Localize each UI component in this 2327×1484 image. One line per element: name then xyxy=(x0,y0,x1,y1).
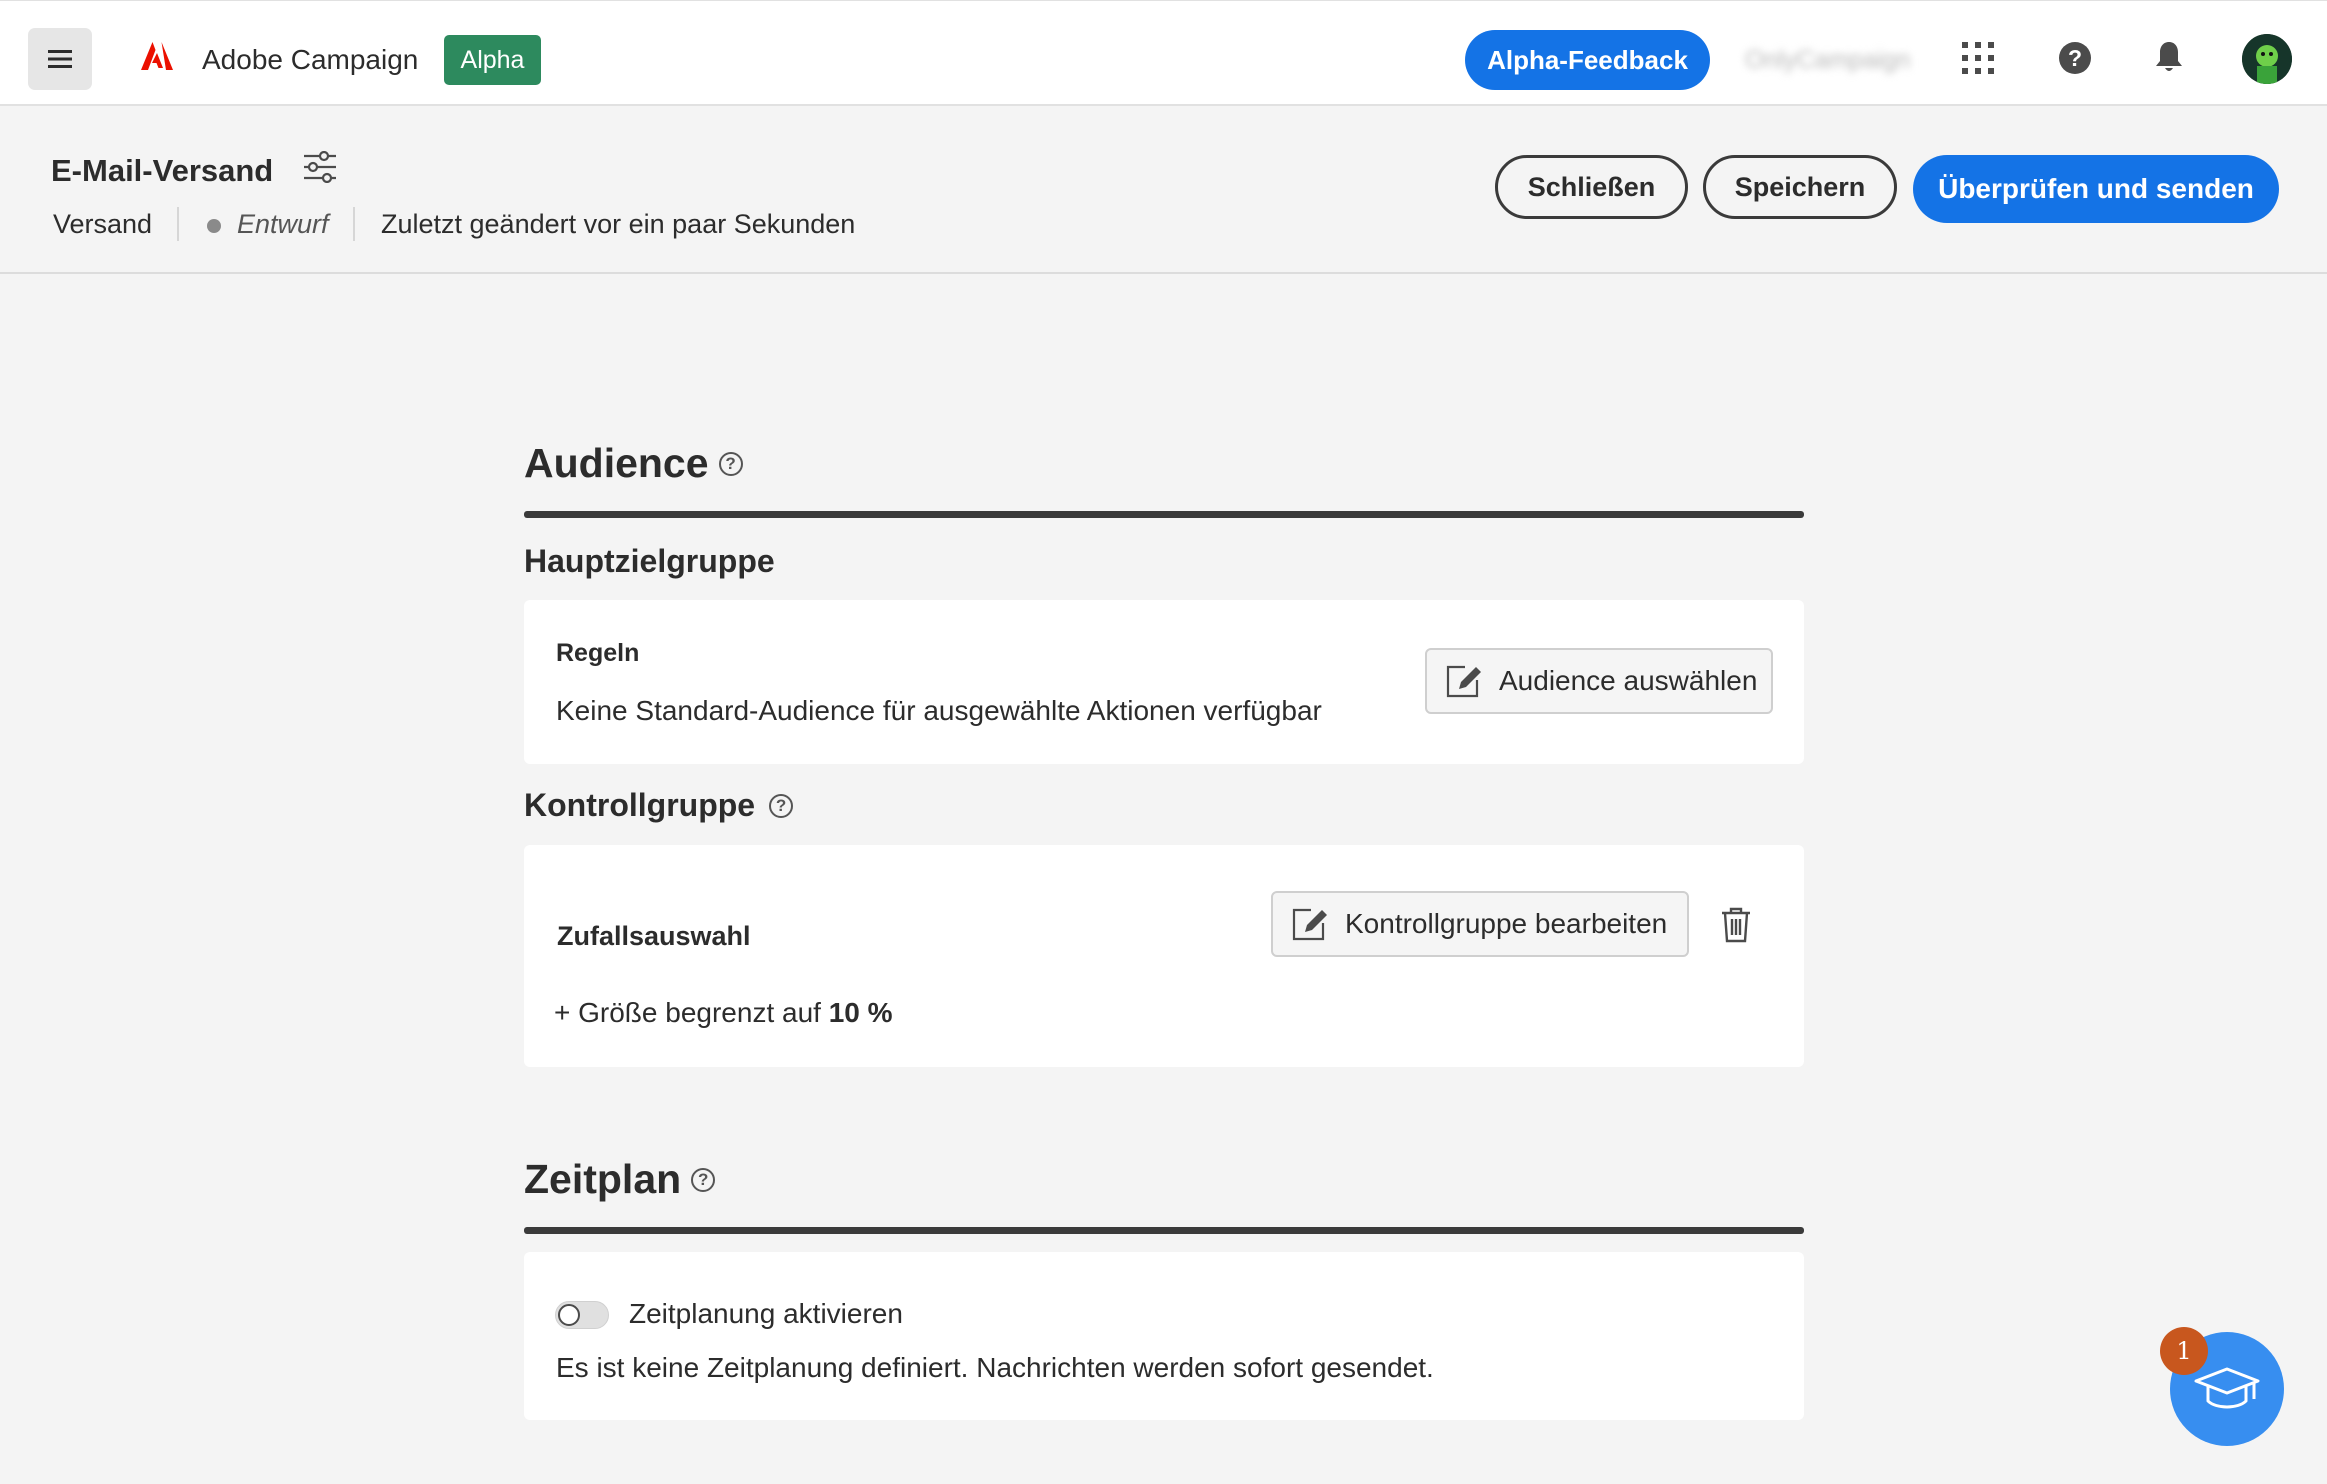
status-badge: Entwurf xyxy=(237,209,329,239)
status-dot xyxy=(207,219,221,233)
audience-title: Audience xyxy=(524,440,709,486)
size-limit-value: 10 % xyxy=(828,997,893,1028)
help-icon[interactable]: ? xyxy=(2058,41,2092,80)
section-divider xyxy=(524,1227,1804,1234)
alpha-feedback-button[interactable]: Alpha-Feedback xyxy=(1465,30,1710,90)
rules-label: Regeln xyxy=(556,639,640,667)
control-group-heading: Kontrollgruppe ? xyxy=(524,787,794,824)
menu-icon[interactable] xyxy=(28,28,92,90)
edit-control-group-label: Kontrollgruppe bearbeiten xyxy=(1345,908,1668,939)
adobe-logo-icon xyxy=(141,42,173,75)
size-limit-prefix: + Größe begrenzt auf xyxy=(554,997,821,1028)
last-modified-text: Zuletzt geändert vor ein paar Sekunden xyxy=(381,209,856,239)
edit-control-group-button[interactable]: Kontrollgruppe bearbeiten xyxy=(1271,891,1689,957)
notification-count-badge: 1 xyxy=(2160,1327,2208,1375)
alpha-badge: Alpha xyxy=(444,35,541,85)
rules-text: Keine Standard-Audience für ausgewählte … xyxy=(556,695,1322,726)
control-group-card: Zufallsauswahl + Größe begrenzt auf 10 %… xyxy=(524,845,1804,1067)
audience-heading: Audience ? xyxy=(524,440,743,487)
page-title: E-Mail-Versand xyxy=(51,153,274,188)
schedule-title: Zeitplan xyxy=(524,1156,682,1202)
graduation-cap-icon xyxy=(2194,1367,2260,1409)
size-limit-text: + Größe begrenzt auf 10 % xyxy=(554,997,893,1029)
main-target-card: Regeln Keine Standard-Audience für ausge… xyxy=(524,600,1804,764)
close-button[interactable]: Schließen xyxy=(1495,155,1688,219)
schedule-toggle[interactable] xyxy=(555,1301,609,1329)
select-audience-label: Audience auswählen xyxy=(1499,665,1758,696)
delete-icon[interactable] xyxy=(1720,907,1752,948)
divider xyxy=(353,207,355,241)
schedule-toggle-label: Zeitplanung aktivieren xyxy=(629,1298,903,1329)
help-circle-icon[interactable]: ? xyxy=(769,793,794,818)
edit-icon xyxy=(1446,665,1481,698)
svg-text:?: ? xyxy=(2068,45,2082,71)
apps-grid-icon[interactable] xyxy=(1962,42,1994,79)
random-selection-label: Zufallsauswahl xyxy=(557,921,751,951)
edit-icon xyxy=(1292,908,1327,941)
help-circle-icon[interactable]: ? xyxy=(718,451,743,476)
section-divider xyxy=(524,511,1804,518)
avatar[interactable] xyxy=(2242,34,2292,84)
help-circle-icon[interactable]: ? xyxy=(691,1167,716,1192)
app-title[interactable]: Adobe Campaign xyxy=(202,44,418,76)
bell-icon[interactable] xyxy=(2153,40,2185,79)
control-group-title: Kontrollgruppe xyxy=(524,787,756,823)
delivery-type-label: Versand xyxy=(53,209,153,239)
select-audience-button[interactable]: Audience auswählen xyxy=(1425,648,1773,714)
schedule-card: Zeitplanung aktivieren Es ist keine Zeit… xyxy=(524,1252,1804,1420)
review-and-send-button[interactable]: Überprüfen und senden xyxy=(1913,155,2279,223)
settings-sliders-icon[interactable] xyxy=(302,150,338,188)
org-switcher[interactable]: OnlyCampaign xyxy=(1745,46,1910,75)
divider xyxy=(177,207,179,241)
save-button[interactable]: Speichern xyxy=(1703,155,1897,219)
schedule-info-text: Es ist keine Zeitplanung definiert. Nach… xyxy=(556,1352,1434,1383)
toggle-knob xyxy=(558,1304,580,1326)
main-target-title: Hauptzielgruppe xyxy=(524,543,775,579)
schedule-heading: Zeitplan ? xyxy=(524,1156,716,1203)
